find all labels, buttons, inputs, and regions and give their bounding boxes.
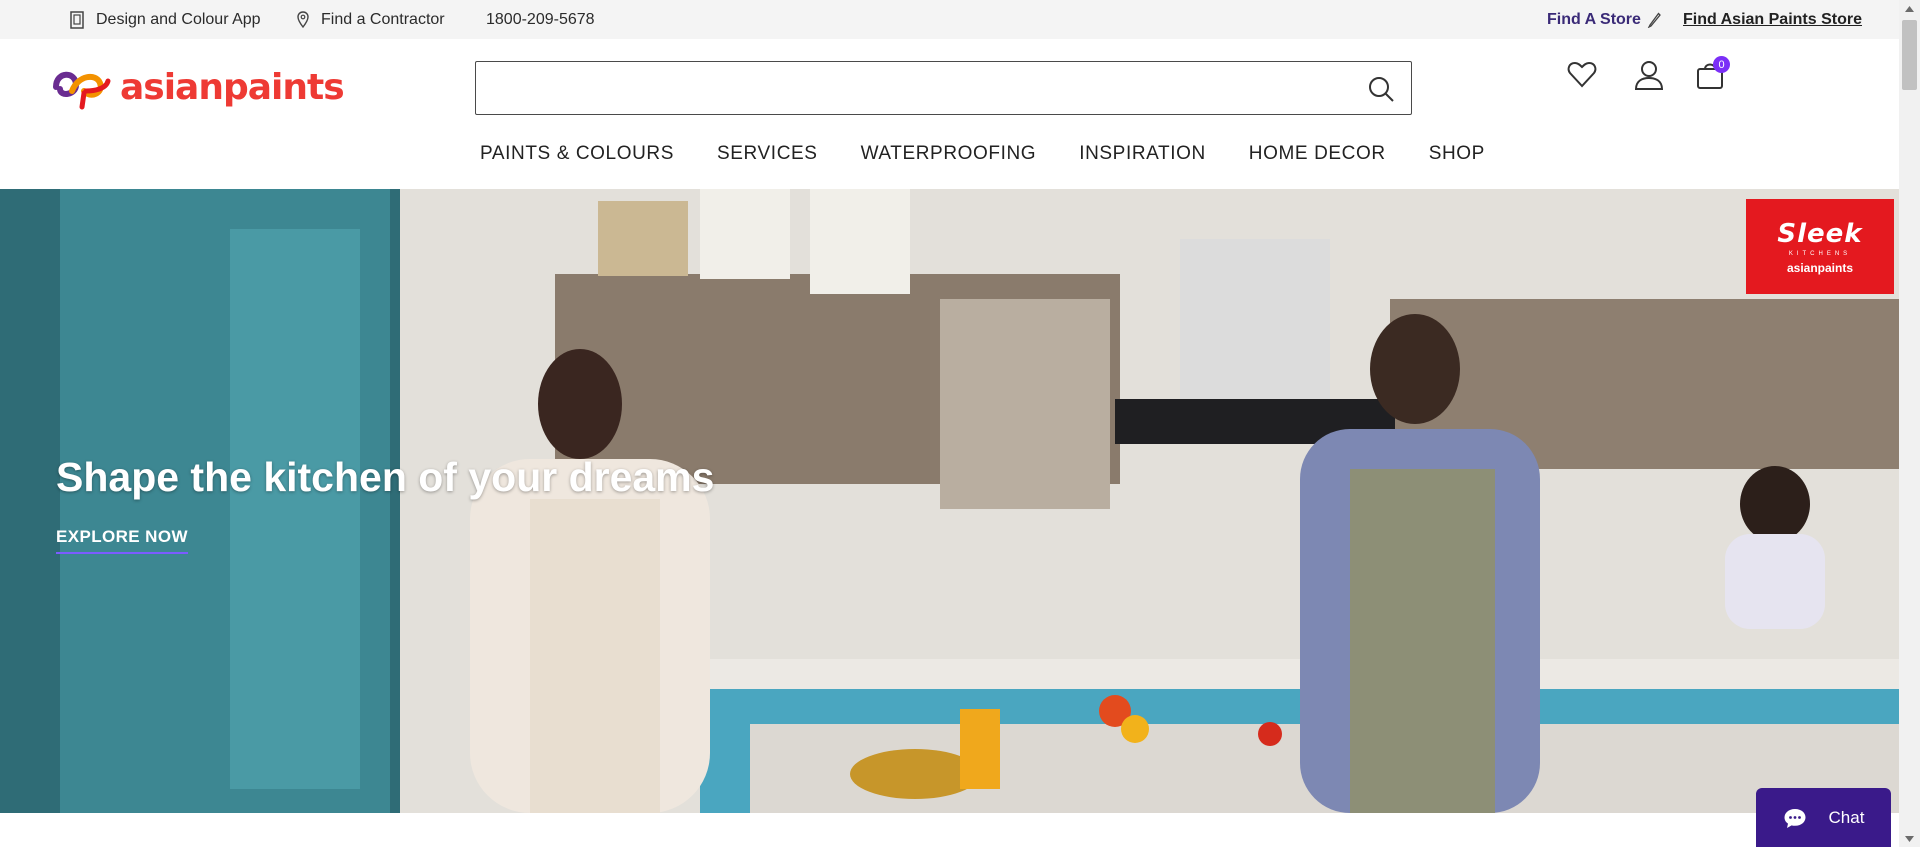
- chat-bubble-icon: [1784, 808, 1806, 828]
- find-a-store-link[interactable]: Find A Store: [1547, 0, 1662, 39]
- search-input[interactable]: [476, 62, 1356, 114]
- hero-title: Shape the kitchen of your dreams: [56, 454, 715, 500]
- hero-banner[interactable]: Shape the kitchen of your dreams EXPLORE…: [0, 189, 1899, 813]
- nav-item-paints-colours[interactable]: PAINTS & COLOURS: [480, 143, 674, 165]
- chat-button[interactable]: Chat: [1756, 788, 1891, 847]
- badge-brand: asianpaints: [1786, 260, 1854, 275]
- sleek-kitchens-badge: Sleek KITCHENS asianpaints: [1746, 199, 1894, 294]
- site-header: asianpaints 0 PAINTS & COLOURS SERVICES …: [0, 39, 1899, 189]
- explore-now-link[interactable]: EXPLORE NOW: [56, 527, 188, 554]
- chat-label: Chat: [1828, 807, 1865, 827]
- top-utility-bar: Design and Colour App Find a Contractor …: [0, 0, 1899, 39]
- cart-count-badge: 0: [1713, 56, 1730, 73]
- search-bar: [475, 61, 1412, 115]
- app-label: Design and Colour App: [96, 10, 261, 28]
- hero-kitchen-image: [0, 189, 1899, 813]
- user-icon[interactable]: [1633, 59, 1665, 91]
- page-scrollbar[interactable]: [1899, 0, 1920, 847]
- heart-icon[interactable]: [1566, 59, 1598, 91]
- pencil-icon: [1647, 12, 1661, 28]
- nav-item-home-decor[interactable]: HOME DECOR: [1249, 143, 1386, 165]
- badge-subtitle: KITCHENS: [1788, 250, 1852, 257]
- search-icon[interactable]: [1367, 75, 1395, 103]
- scroll-thumb[interactable]: [1902, 20, 1917, 90]
- scroll-up-arrow-icon[interactable]: [1899, 0, 1920, 17]
- nav-item-waterproofing[interactable]: WATERPROOFING: [861, 143, 1037, 165]
- logo-text: asianpaints: [120, 66, 345, 108]
- nav-item-inspiration[interactable]: INSPIRATION: [1079, 143, 1206, 165]
- app-icon: [70, 10, 84, 29]
- scroll-down-arrow-icon[interactable]: [1899, 830, 1920, 847]
- design-colour-app-link[interactable]: Design and Colour App: [70, 0, 261, 39]
- find-asian-paints-store-link[interactable]: Find Asian Paints Store: [1683, 0, 1862, 39]
- find-ap-store-label: Find Asian Paints Store: [1683, 10, 1862, 28]
- logo-mark-icon: [53, 71, 111, 110]
- badge-title: Sleek: [1777, 218, 1863, 249]
- find-contractor-link[interactable]: Find a Contractor: [297, 0, 445, 39]
- phone-label: 1800-209-5678: [486, 10, 595, 28]
- main-nav: PAINTS & COLOURS SERVICES WATERPROOFING …: [480, 143, 1528, 165]
- logo[interactable]: asianpaints: [50, 61, 345, 113]
- contractor-label: Find a Contractor: [321, 10, 445, 28]
- find-store-label: Find A Store: [1547, 10, 1641, 28]
- phone-number[interactable]: 1800-209-5678: [486, 0, 595, 39]
- nav-item-shop[interactable]: SHOP: [1429, 143, 1485, 165]
- location-pin-icon: [297, 11, 309, 28]
- nav-item-services[interactable]: SERVICES: [717, 143, 818, 165]
